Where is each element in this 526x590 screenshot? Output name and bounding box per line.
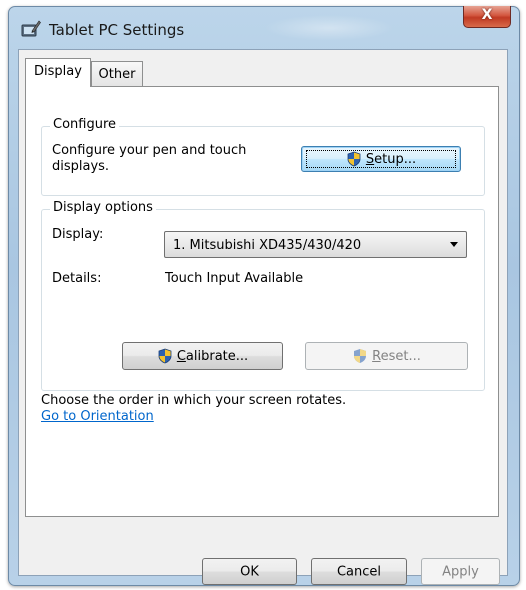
reset-button[interactable]: Reset...	[305, 342, 468, 370]
tab-display[interactable]: Display	[25, 58, 91, 87]
display-dropdown[interactable]: 1. Mitsubishi XD435/430/420	[164, 231, 467, 258]
configure-group-title: Configure	[50, 117, 120, 132]
setup-button-label: Setup...	[365, 151, 417, 167]
chevron-down-icon	[450, 242, 458, 247]
ok-button-label: OK	[240, 564, 259, 579]
reset-button-content: Reset...	[306, 348, 467, 364]
window-title: Tablet PC Settings	[49, 21, 185, 39]
calibrate-button[interactable]: Calibrate...	[122, 342, 283, 370]
close-icon: X	[481, 7, 493, 23]
configure-group: Configure Configure your pen and touch d…	[41, 117, 485, 196]
details-value: Touch Input Available	[165, 271, 304, 286]
apply-button[interactable]: Apply	[421, 558, 500, 585]
go-to-orientation-link[interactable]: Go to Orientation	[41, 409, 154, 424]
calibrate-button-content: Calibrate...	[123, 348, 282, 364]
calibrate-button-label: Calibrate...	[176, 348, 249, 364]
cancel-button[interactable]: Cancel	[311, 558, 407, 585]
ok-button[interactable]: OK	[202, 558, 297, 585]
reset-button-label: Reset...	[372, 348, 421, 364]
details-label: Details:	[52, 271, 102, 286]
setup-button[interactable]: Setup...	[301, 146, 461, 172]
display-options-group-title: Display options	[50, 200, 156, 215]
display-dropdown-value: 1. Mitsubishi XD435/430/420	[173, 238, 362, 253]
configure-description: Configure your pen and touch displays.	[52, 143, 247, 174]
uac-shield-icon	[158, 348, 172, 364]
tab-other[interactable]: Other	[91, 61, 143, 87]
uac-shield-icon	[347, 151, 361, 167]
display-options-group: Display options Display: 1. Mitsubishi X…	[41, 200, 485, 391]
apply-button-label: Apply	[442, 564, 479, 579]
close-button[interactable]: X	[463, 6, 511, 28]
cancel-button-label: Cancel	[336, 564, 382, 579]
display-tab-panel: Configure Configure your pen and touch d…	[25, 86, 499, 517]
tab-display-label: Display	[34, 64, 82, 79]
title-bar[interactable]: Tablet PC Settings X	[9, 6, 519, 47]
dialog-client-area: Display Other Configure Configure your p…	[18, 49, 508, 585]
title-bar-glow	[264, 15, 394, 41]
tab-other-label: Other	[98, 67, 136, 82]
setup-button-content: Setup...	[302, 151, 460, 167]
tablet-pc-settings-window: Tablet PC Settings X Display Other Confi…	[8, 6, 520, 586]
uac-shield-icon	[354, 349, 367, 363]
orientation-description: Choose the order in which your screen ro…	[41, 393, 347, 408]
tablet-pen-icon	[21, 20, 41, 37]
display-label: Display:	[52, 227, 104, 242]
